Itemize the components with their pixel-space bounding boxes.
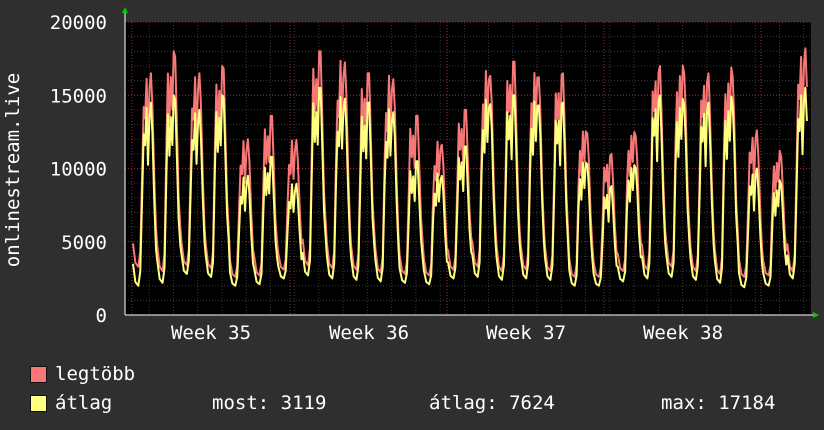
x-tick-label: Week 36 bbox=[329, 322, 409, 344]
x-tick-label: Week 37 bbox=[486, 322, 566, 344]
stat-most: most: 3119 bbox=[212, 392, 327, 414]
legtobb-swatch bbox=[30, 365, 47, 383]
stat-atlag: átlag: 7624 bbox=[429, 392, 555, 414]
stat-max: max: 17184 bbox=[661, 392, 776, 414]
legend-label: átlag bbox=[55, 392, 113, 414]
legend-item-atlag: átlag bbox=[30, 392, 112, 414]
y-tick-label: 0 bbox=[96, 305, 107, 327]
x-tick-label: Week 38 bbox=[643, 322, 723, 344]
atlag-swatch bbox=[30, 394, 47, 412]
y-tick-label: 15000 bbox=[50, 85, 107, 107]
y-axis-label: onlinestream.live bbox=[2, 73, 24, 267]
y-tick-label: 20000 bbox=[50, 12, 107, 34]
chart: 0 5000 10000 15000 20000 Week 35 Week 36 Week 3… bbox=[2, 7, 819, 344]
y-axis-arrow bbox=[122, 7, 128, 13]
legend-item-legtobb: legtöbb bbox=[30, 363, 135, 385]
x-axis-arrow bbox=[813, 312, 819, 318]
legend-label: legtöbb bbox=[55, 363, 136, 385]
x-tick-label: Week 35 bbox=[171, 322, 251, 344]
y-tick-label: 10000 bbox=[50, 159, 107, 181]
y-tick-label: 5000 bbox=[61, 232, 107, 254]
